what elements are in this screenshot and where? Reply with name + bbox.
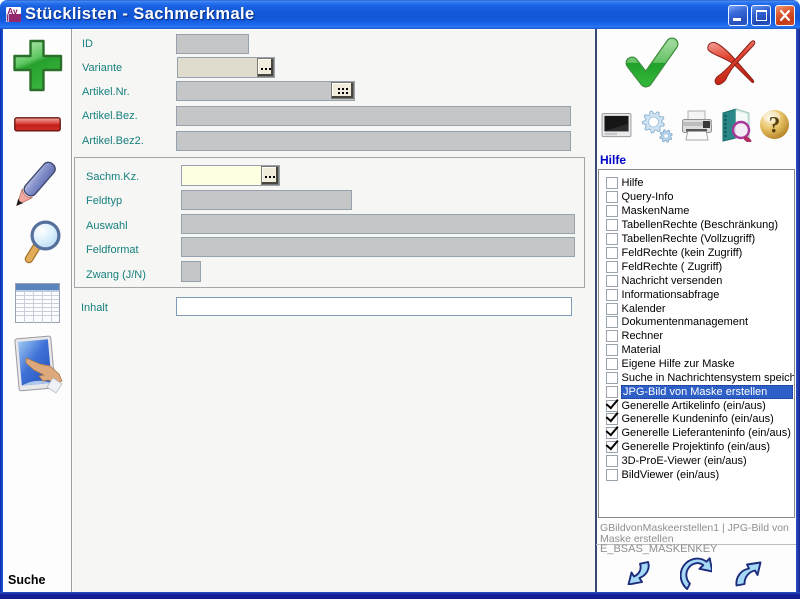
svg-text:?: ?	[769, 113, 781, 138]
